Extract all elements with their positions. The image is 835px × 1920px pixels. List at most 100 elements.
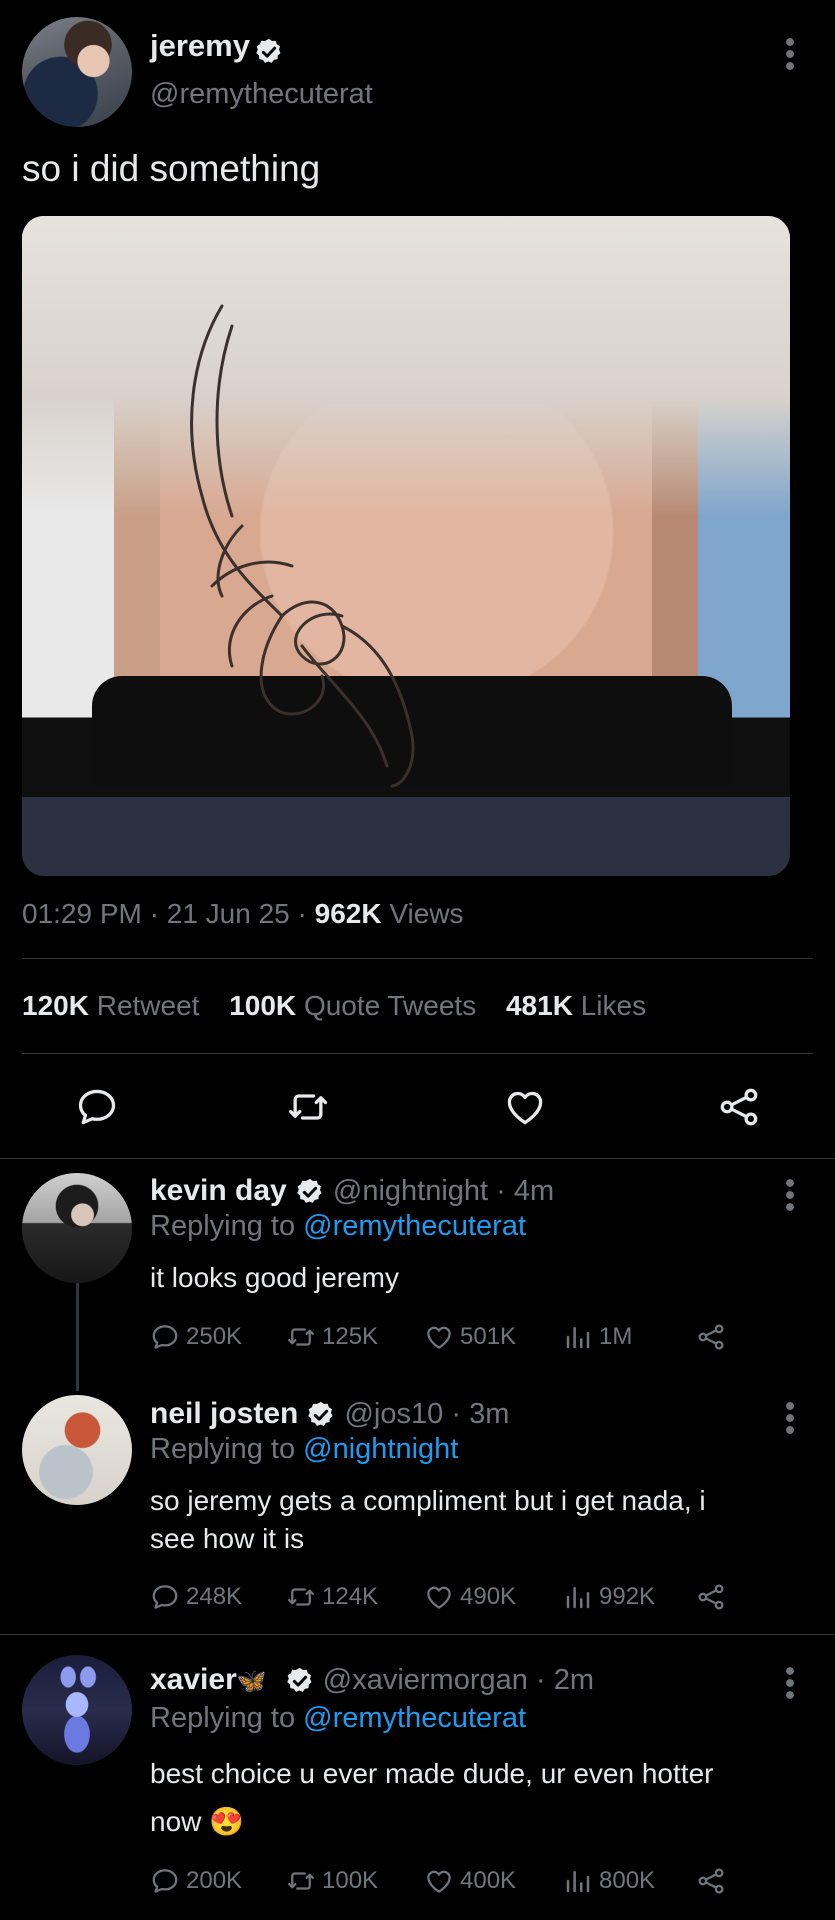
more-icon[interactable]: [784, 1665, 796, 1701]
like-count: 501K: [460, 1323, 517, 1350]
tweet-photo[interactable]: [22, 216, 790, 876]
retweet-count: 125K: [322, 1323, 379, 1350]
thread-line: [76, 1283, 79, 1391]
share-button[interactable]: [696, 1322, 732, 1352]
reply-author-name[interactable]: kevin day: [150, 1174, 287, 1207]
reply-icon: [150, 1322, 180, 1352]
share-button[interactable]: [696, 1582, 732, 1612]
like-button[interactable]: 501K: [424, 1322, 563, 1352]
reply-action-bar: 200K 100K 400K 800K: [150, 1866, 732, 1896]
reply-author-handle[interactable]: @jos10: [344, 1398, 443, 1430]
reply-author-name[interactable]: xavier: [150, 1663, 237, 1696]
tweet-time[interactable]: 01:29 PM: [22, 898, 142, 929]
share-icon[interactable]: [717, 1085, 761, 1129]
views-button[interactable]: 1M: [563, 1322, 696, 1352]
reply-time[interactable]: 4m: [514, 1175, 554, 1207]
divider: [0, 1158, 835, 1159]
like-count: 490K: [460, 1583, 517, 1610]
tweet-date[interactable]: 21 Jun 25: [167, 898, 290, 929]
reply-action-bar: 248K 124K 490K 992K: [150, 1582, 732, 1612]
likes-count: 481K: [505, 990, 573, 1021]
tweet-meta: 01:29 PM · 21 Jun 25 · 962K Views: [22, 898, 464, 930]
tweet-text: so i did something: [22, 148, 321, 189]
reply-count: 200K: [186, 1867, 243, 1894]
views-icon: [563, 1322, 593, 1352]
reply-time[interactable]: 3m: [469, 1398, 509, 1430]
retweet-count: 124K: [322, 1583, 379, 1610]
tweet-stats: 120K Retweet 100K Quote Tweets 481K Like…: [22, 990, 646, 1022]
replying-to-link[interactable]: @remythecuterat: [303, 1702, 526, 1734]
like-icon[interactable]: [503, 1085, 547, 1129]
reply-icon[interactable]: [75, 1085, 119, 1129]
reply-text: best choice u ever made dude, ur even ho…: [150, 1750, 713, 1846]
retweet-button[interactable]: 125K: [286, 1322, 424, 1352]
reply-avatar[interactable]: [22, 1395, 132, 1505]
retweet-icon: [286, 1322, 316, 1352]
retweet-button[interactable]: 100K: [286, 1866, 424, 1896]
verified-badge-icon: [254, 37, 284, 67]
replying-to-link[interactable]: @remythecuterat: [303, 1210, 526, 1242]
retweet-icon: [286, 1582, 316, 1612]
share-icon: [696, 1582, 726, 1612]
like-button[interactable]: 490K: [424, 1582, 563, 1612]
views-count: 992K: [599, 1583, 656, 1610]
replying-label: Replying to: [150, 1702, 296, 1734]
reply-text: it looks good jeremy: [150, 1262, 400, 1293]
reply-header: kevin day @nightnight · 4m: [150, 1174, 555, 1207]
reply-author-handle[interactable]: @nightnight: [333, 1175, 488, 1207]
retweet-icon[interactable]: [286, 1085, 330, 1129]
more-icon[interactable]: [784, 1177, 796, 1213]
reply-count: 250K: [186, 1323, 243, 1350]
quotes-count: 100K: [229, 990, 297, 1021]
replying-label: Replying to: [150, 1433, 296, 1465]
more-icon[interactable]: [784, 1400, 796, 1436]
views-label: Views: [389, 898, 464, 929]
like-icon: [424, 1582, 454, 1612]
share-icon: [696, 1866, 726, 1896]
reply-author-handle[interactable]: @xaviermorgan: [323, 1664, 528, 1696]
reply-icon: [150, 1866, 180, 1896]
reply-header: neil josten @jos10 · 3m: [150, 1397, 510, 1430]
views-count: 962K: [314, 898, 382, 929]
divider: [0, 1634, 835, 1635]
like-button[interactable]: 400K: [424, 1866, 563, 1896]
heart-eyes-emoji: 😍: [209, 1806, 245, 1837]
reply-action-bar: 250K 125K 501K 1M: [150, 1322, 732, 1352]
share-icon: [696, 1322, 726, 1352]
views-icon: [563, 1866, 593, 1896]
reply-avatar[interactable]: [22, 1173, 132, 1283]
author-avatar[interactable]: [22, 17, 132, 127]
author-name-row[interactable]: jeremy: [150, 28, 284, 67]
reply-button[interactable]: 248K: [150, 1582, 286, 1612]
retweet-icon: [286, 1866, 316, 1896]
retweets-stat[interactable]: 120K Retweet: [22, 990, 199, 1021]
reply-header: xavier🦋 @xaviermorgan · 2m: [150, 1663, 594, 1696]
author-name[interactable]: jeremy: [150, 28, 250, 63]
reply-button[interactable]: 200K: [150, 1866, 286, 1896]
quotes-label: Quote Tweets: [303, 990, 477, 1021]
reply-text-line: so jeremy gets a compliment but i get na…: [150, 1485, 706, 1516]
quotes-stat[interactable]: 100K Quote Tweets: [229, 990, 476, 1021]
views-button[interactable]: 992K: [563, 1582, 696, 1612]
retweet-button[interactable]: 124K: [286, 1582, 424, 1612]
reply-text: so jeremy gets a compliment but i get na…: [150, 1482, 706, 1558]
meta-separator: ·: [149, 898, 159, 929]
share-button[interactable]: [696, 1866, 732, 1896]
like-icon: [424, 1866, 454, 1896]
reply-avatar[interactable]: [22, 1655, 132, 1765]
more-icon[interactable]: [784, 36, 796, 72]
reply-author-name[interactable]: neil josten: [150, 1397, 298, 1430]
reply-time[interactable]: 2m: [554, 1664, 594, 1696]
retweets-label: Retweet: [96, 990, 200, 1021]
views-button[interactable]: 800K: [563, 1866, 696, 1896]
reply-button[interactable]: 250K: [150, 1322, 286, 1352]
views-icon: [563, 1582, 593, 1612]
views-count: 1M: [599, 1323, 633, 1350]
author-handle[interactable]: @remythecuterat: [150, 78, 373, 111]
reply-text-line: best choice u ever made dude, ur even ho…: [150, 1758, 714, 1789]
reply-count: 248K: [186, 1583, 243, 1610]
replying-to-link[interactable]: @nightnight: [303, 1433, 458, 1465]
reply-icon: [150, 1582, 180, 1612]
likes-stat[interactable]: 481K Likes: [506, 990, 646, 1021]
retweets-count: 120K: [22, 990, 89, 1021]
